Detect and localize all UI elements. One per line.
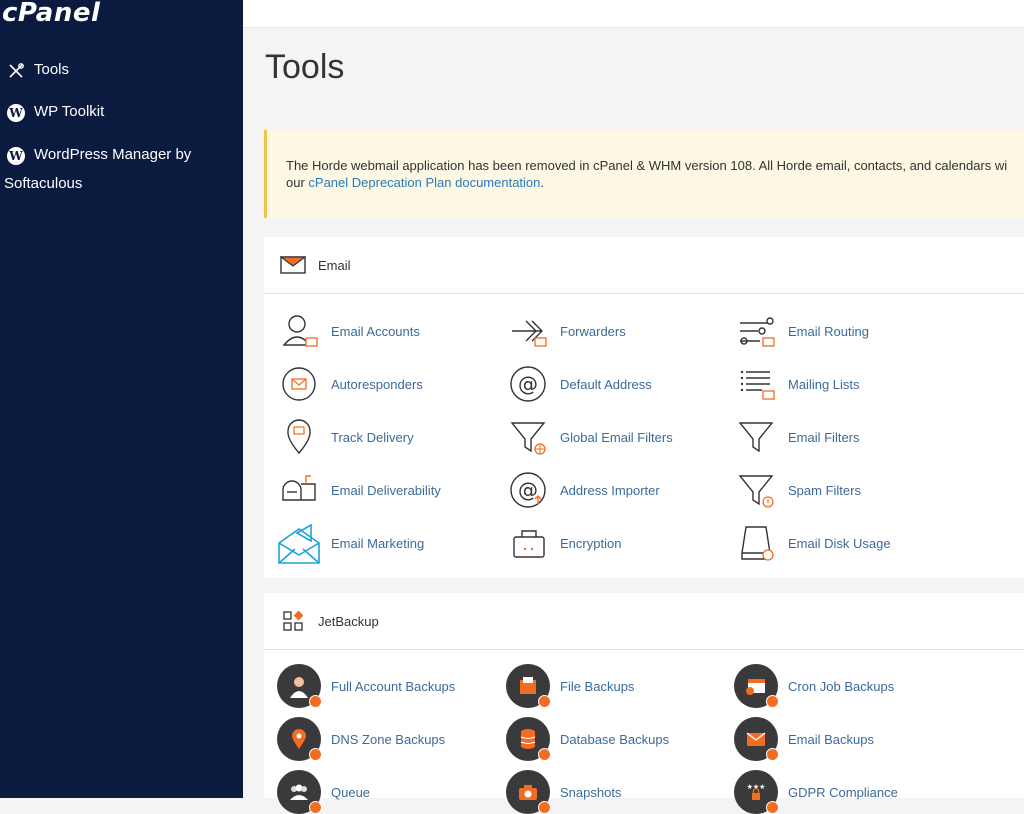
tool-label: Spam Filters <box>788 482 861 498</box>
tool-track-delivery[interactable]: Track Delivery <box>277 415 414 459</box>
tool-spam-filters[interactable]: Spam Filters <box>734 468 861 512</box>
snapshots-icon <box>506 770 551 814</box>
sidebar-item-label: Tools <box>34 61 70 78</box>
tool-dns-zone-backups[interactable]: DNS Zone Backups <box>277 717 445 761</box>
gdpr-compliance-icon: ★★★ <box>734 770 779 814</box>
tool-label: Address Importer <box>560 482 660 498</box>
tool-email-deliverability[interactable]: Email Deliverability <box>277 468 441 512</box>
file-backups-icon <box>506 664 551 708</box>
panel-title: Email <box>318 257 351 273</box>
tool-label: Email Deliverability <box>331 482 441 498</box>
svg-text:★★★: ★★★ <box>747 783 766 791</box>
envelope-icon <box>280 254 306 276</box>
tool-label: Autoresponders <box>331 376 423 392</box>
tool-mailing-lists[interactable]: Mailing Lists <box>734 362 860 406</box>
sidebar-item-label: WordPress Manager by <box>34 146 192 163</box>
tool-queue[interactable]: Queue <box>277 770 370 814</box>
address-importer-icon: @ <box>506 468 550 512</box>
tool-label: Email Filters <box>788 429 860 445</box>
tool-full-account-backups[interactable]: Full Account Backups <box>277 664 455 708</box>
tool-label: Encryption <box>560 535 622 551</box>
jetbackup-grid-icon <box>280 610 306 632</box>
tool-default-address[interactable]: @ Default Address <box>506 362 652 406</box>
email-panel-header[interactable]: Email <box>264 237 1024 294</box>
tool-label: Email Routing <box>788 323 869 339</box>
sidebar-item-wordpress-manager[interactable]: W WordPress Manager by <box>6 146 191 166</box>
sidebar-item-label: WP Toolkit <box>34 103 105 120</box>
email-backups-icon <box>734 717 779 761</box>
track-delivery-icon <box>277 415 321 459</box>
tool-label: File Backups <box>560 678 635 694</box>
tool-label: Email Marketing <box>331 535 425 551</box>
tool-label: Mailing Lists <box>788 376 860 392</box>
tool-forwarders[interactable]: Forwarders <box>506 309 626 353</box>
svg-text:@: @ <box>518 372 538 396</box>
tool-label: Email Disk Usage <box>788 535 891 551</box>
email-accounts-icon <box>277 309 321 353</box>
tool-file-backups[interactable]: File Backups <box>506 664 634 708</box>
page-title: Tools <box>265 48 345 86</box>
default-address-icon: @ <box>506 362 550 406</box>
full-account-backups-icon <box>277 664 322 708</box>
encryption-icon <box>506 521 550 565</box>
tools-icon <box>6 61 26 81</box>
tool-label: Full Account Backups <box>331 678 456 694</box>
tool-label: Cron Job Backups <box>788 678 895 694</box>
tool-label: Forwarders <box>560 323 626 339</box>
tool-label: GDPR Compliance <box>788 784 898 800</box>
notice-text: The Horde webmail application has been r… <box>286 158 1008 173</box>
tool-snapshots[interactable]: Snapshots <box>506 770 621 814</box>
sidebar-item-wp-toolkit[interactable]: W WP Toolkit <box>6 103 104 123</box>
top-bar <box>243 0 1024 28</box>
tool-address-importer[interactable]: @ Address Importer <box>506 468 660 512</box>
email-marketing-icon <box>277 521 321 565</box>
tool-email-routing[interactable]: Email Routing <box>734 309 869 353</box>
email-filters-icon <box>734 415 778 459</box>
tool-email-disk-usage[interactable]: Email Disk Usage <box>734 521 891 565</box>
dns-zone-backups-icon <box>277 717 322 761</box>
autoresponders-icon <box>277 362 321 406</box>
deprecation-plan-link[interactable]: cPanel Deprecation Plan documentation <box>308 175 540 190</box>
tool-gdpr-compliance[interactable]: ★★★ GDPR Compliance <box>734 770 898 814</box>
tool-email-marketing[interactable]: Email Marketing <box>277 521 424 565</box>
email-routing-icon <box>734 309 778 353</box>
panel-title: JetBackup <box>318 613 379 629</box>
database-backups-icon <box>506 717 551 761</box>
tool-label: DNS Zone Backups <box>331 731 446 747</box>
tool-global-email-filters[interactable]: Global Email Filters <box>506 415 673 459</box>
forwarders-icon <box>506 309 550 353</box>
tool-database-backups[interactable]: Database Backups <box>506 717 669 761</box>
tool-label: Email Backups <box>788 731 874 747</box>
sidebar-item-wordpress-manager-line2[interactable]: Softaculous <box>4 175 82 192</box>
tool-label: Queue <box>331 784 371 800</box>
tool-email-backups[interactable]: Email Backups <box>734 717 874 761</box>
email-disk-usage-icon <box>734 521 778 565</box>
tool-email-accounts[interactable]: Email Accounts <box>277 309 420 353</box>
jetbackup-panel-header[interactable]: JetBackup <box>264 593 1024 650</box>
tool-label: Email Accounts <box>331 323 420 339</box>
tool-email-filters[interactable]: Email Filters <box>734 415 860 459</box>
sidebar-item-tools[interactable]: Tools <box>6 61 69 81</box>
tool-label: Global Email Filters <box>560 429 673 445</box>
tool-label: Database Backups <box>560 731 670 747</box>
tool-encryption[interactable]: Encryption <box>506 521 621 565</box>
mailing-lists-icon <box>734 362 778 406</box>
tool-label: Default Address <box>560 376 652 392</box>
sidebar: cPanel Tools W WP Toolkit W WordPress Ma… <box>0 0 243 798</box>
queue-icon <box>277 770 322 814</box>
tool-cron-job-backups[interactable]: Cron Job Backups <box>734 664 894 708</box>
cpanel-logo[interactable]: cPanel <box>2 0 100 28</box>
global-email-filters-icon <box>506 415 550 459</box>
wordpress-icon: W <box>6 103 26 123</box>
email-deliverability-icon <box>277 468 321 512</box>
spam-filters-icon <box>734 468 778 512</box>
tool-autoresponders[interactable]: Autoresponders <box>277 362 423 406</box>
cron-job-backups-icon <box>734 664 779 708</box>
tool-label: Track Delivery <box>331 429 414 445</box>
tool-label: Snapshots <box>560 784 622 800</box>
deprecation-notice: The Horde webmail application has been r… <box>264 130 1024 218</box>
wordpress-icon: W <box>6 146 26 166</box>
